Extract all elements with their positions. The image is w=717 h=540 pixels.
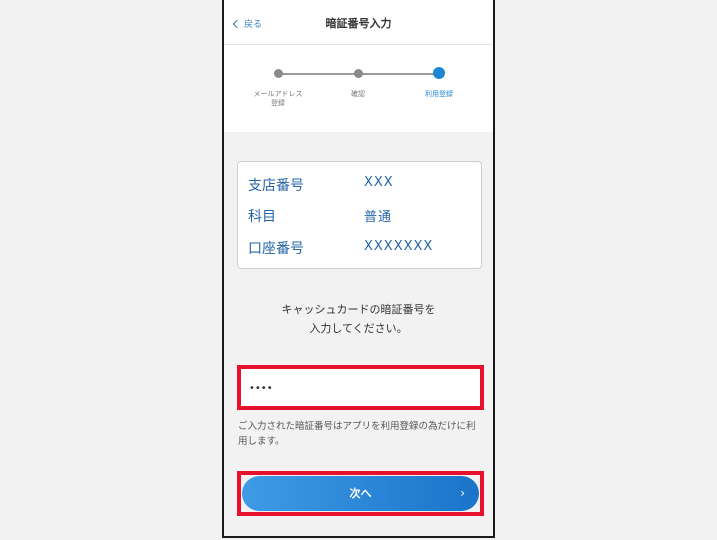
account-info-card: 支店番号 XXX 科目 普通 口座番号 XXXXXXX xyxy=(237,161,482,269)
step-connector xyxy=(358,73,438,75)
account-type-label: 科目 xyxy=(248,209,276,225)
account-number-value: XXXXXXX xyxy=(364,239,434,254)
next-button-highlight: 次へ › xyxy=(237,471,484,516)
pin-input[interactable] xyxy=(247,375,478,402)
pin-prompt: キャッシュカードの暗証番号を 入力してください。 xyxy=(224,300,493,338)
step-dot-1 xyxy=(274,69,283,78)
pin-input-highlight xyxy=(237,365,484,410)
phone-screen: 戻る 暗証番号入力 メールアドレス 登録 確認 利用登録 支店番号 XXX 科目… xyxy=(222,0,495,538)
step-label-email: メールアドレス 登録 xyxy=(253,90,303,107)
step-dot-2 xyxy=(354,69,363,78)
pin-prompt-line-1: キャッシュカードの暗証番号を xyxy=(281,303,436,316)
branch-value: XXX xyxy=(364,175,394,190)
step-label-register: 利用登録 xyxy=(425,90,453,98)
step-dot-3-current xyxy=(433,67,445,79)
step-connector xyxy=(278,73,358,75)
pin-usage-note: ご入力された暗証番号はアプリを利用登録の為だけに利用します。 xyxy=(238,421,476,447)
account-number-label: 口座番号 xyxy=(248,241,304,257)
header: 戻る 暗証番号入力 xyxy=(224,0,493,45)
progress-stepper: メールアドレス 登録 確認 利用登録 xyxy=(224,45,493,132)
pin-prompt-line-2: 入力してください。 xyxy=(309,322,408,335)
next-button[interactable]: 次へ › xyxy=(242,476,479,511)
step-label-confirm: 確認 xyxy=(351,90,365,98)
branch-label: 支店番号 xyxy=(248,178,304,194)
chevron-right-icon: › xyxy=(460,486,465,500)
next-button-label: 次へ xyxy=(349,487,372,500)
page-title: 暗証番号入力 xyxy=(325,17,392,30)
account-type-value: 普通 xyxy=(364,210,393,225)
